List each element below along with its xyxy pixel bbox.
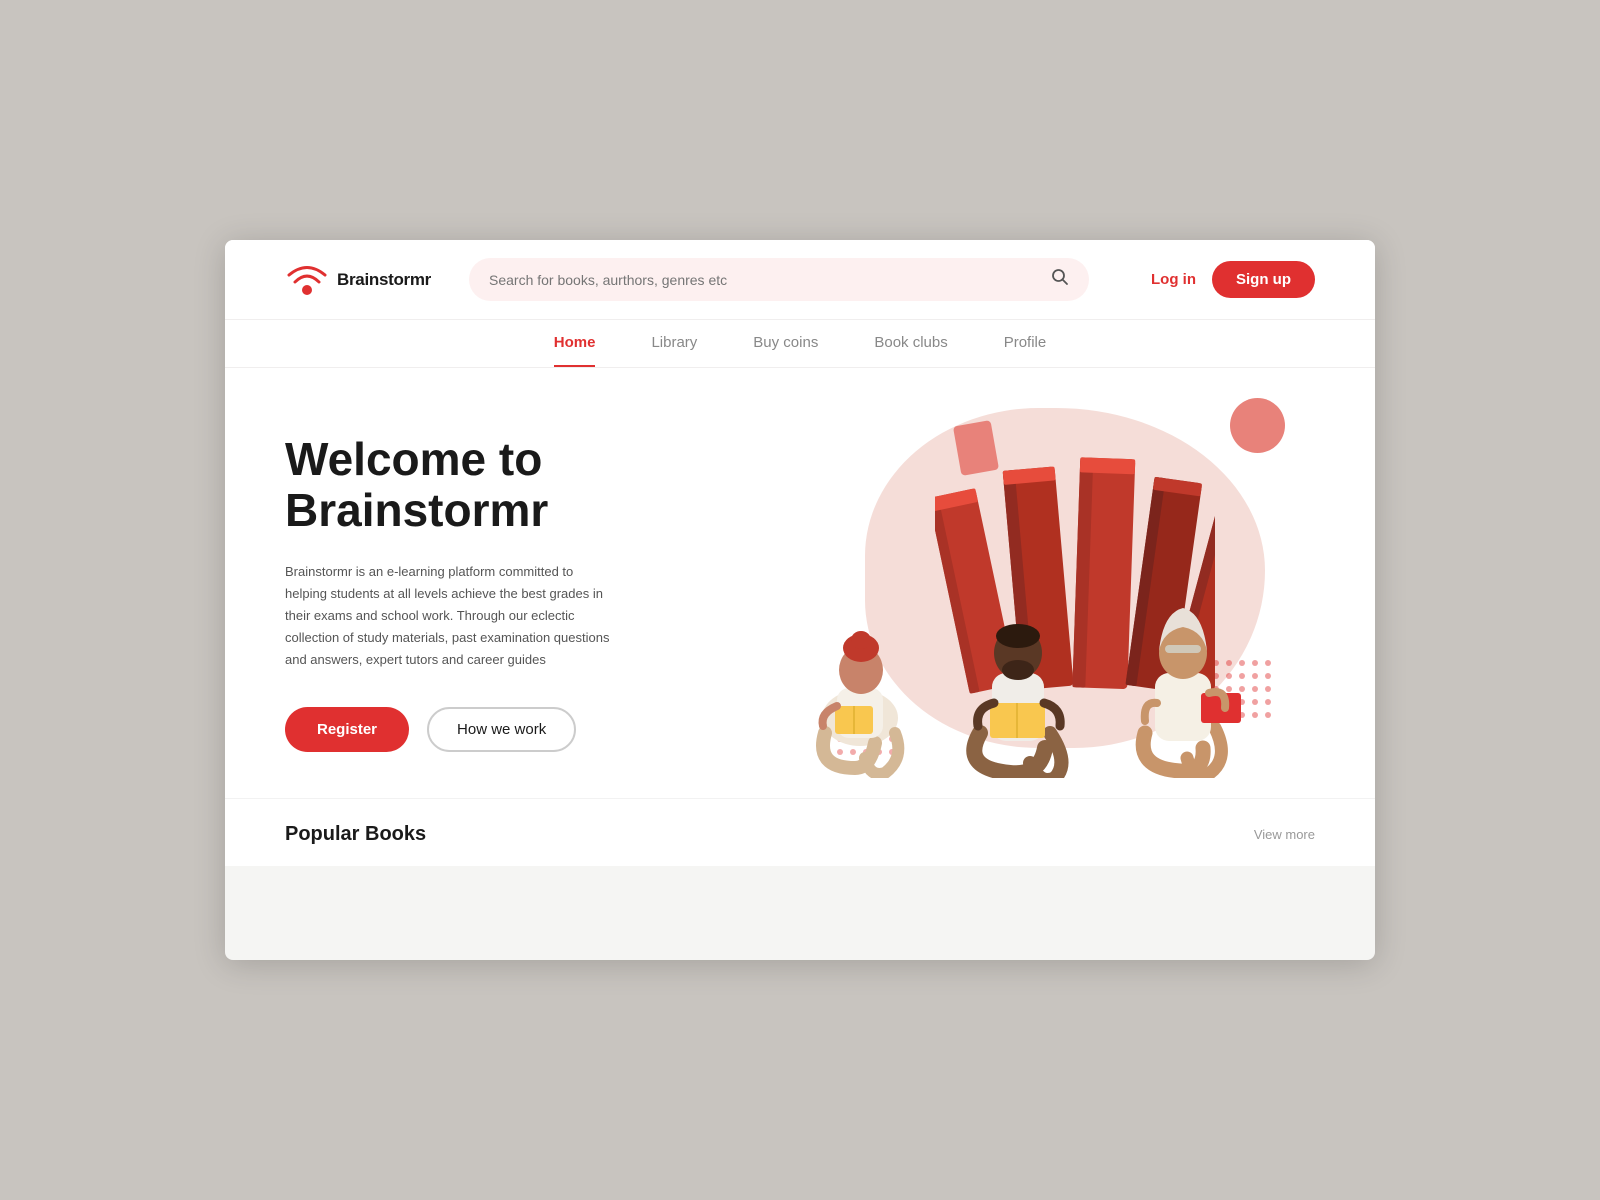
popular-books-section: Popular Books View more (225, 798, 1375, 866)
logo-icon (285, 262, 329, 298)
search-bar[interactable] (469, 258, 1089, 301)
people-illustration (755, 538, 1295, 778)
brand-name: Brainstormr (337, 270, 431, 290)
search-input[interactable] (489, 272, 1041, 288)
header: Brainstormr Log in Sign up (225, 240, 1375, 320)
hero-title: Welcome to Brainstormr (285, 434, 665, 537)
blob-small-top (1230, 398, 1285, 453)
logo-area: Brainstormr (285, 262, 445, 298)
view-more-link[interactable]: View more (1254, 827, 1315, 842)
nav-item-library[interactable]: Library (651, 334, 697, 367)
hero-illustration: // dots inline (745, 378, 1345, 798)
hero-buttons: Register How we work (285, 707, 665, 752)
how-we-work-button[interactable]: How we work (427, 707, 576, 752)
login-button[interactable]: Log in (1151, 271, 1196, 288)
hero-description: Brainstormr is an e-learning platform co… (285, 561, 615, 671)
header-actions: Log in Sign up (1151, 261, 1315, 298)
nav-item-book-clubs[interactable]: Book clubs (874, 334, 947, 367)
register-button[interactable]: Register (285, 707, 409, 752)
nav-item-profile[interactable]: Profile (1004, 334, 1047, 367)
nav-item-home[interactable]: Home (554, 334, 596, 367)
browser-window: Brainstormr Log in Sign up Home Library … (225, 240, 1375, 960)
hero-section: Welcome to Brainstormr Brainstormr is an… (225, 368, 1375, 798)
search-icon[interactable] (1051, 268, 1069, 291)
nav-item-buy-coins[interactable]: Buy coins (753, 334, 818, 367)
signup-button[interactable]: Sign up (1212, 261, 1315, 298)
nav: Home Library Buy coins Book clubs Profil… (225, 320, 1375, 368)
hero-text: Welcome to Brainstormr Brainstormr is an… (285, 434, 665, 753)
popular-books-title: Popular Books (285, 823, 426, 846)
